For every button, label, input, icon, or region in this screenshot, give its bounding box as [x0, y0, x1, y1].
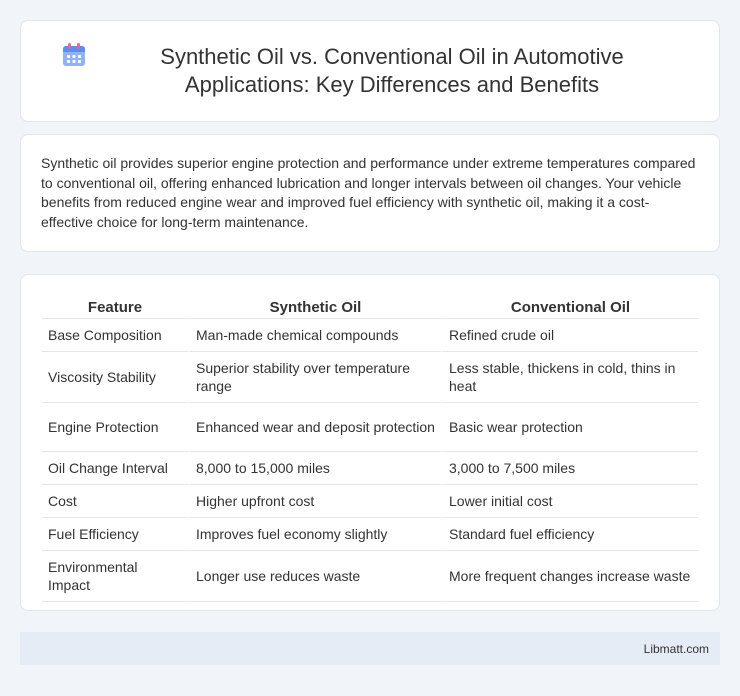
page-title: Synthetic Oil vs. Conventional Oil in Au…	[160, 44, 624, 97]
table-row: Cost Higher upfront cost Lower initial c…	[42, 485, 698, 518]
synthetic-cell: Man-made chemical compounds	[188, 319, 441, 352]
comparison-table: Feature Synthetic Oil Conventional Oil B…	[42, 295, 698, 602]
synthetic-cell: Improves fuel economy slightly	[188, 518, 441, 551]
intro-text: Synthetic oil provides superior engine p…	[41, 155, 696, 230]
feature-cell: Oil Change Interval	[42, 452, 188, 485]
table-row: Oil Change Interval 8,000 to 15,000 mile…	[42, 452, 698, 485]
table-row: Viscosity Stability Superior stability o…	[42, 352, 698, 403]
synthetic-cell: Higher upfront cost	[188, 485, 441, 518]
intro-card: Synthetic oil provides superior engine p…	[20, 134, 720, 252]
synthetic-cell: Longer use reduces waste	[188, 551, 441, 602]
conventional-cell: Less stable, thickens in cold, thins in …	[441, 352, 698, 403]
table-row: Engine Protection Enhanced wear and depo…	[42, 403, 698, 452]
title-card: Synthetic Oil vs. Conventional Oil in Au…	[20, 20, 720, 122]
conventional-cell: 3,000 to 7,500 miles	[441, 452, 698, 485]
table-row: Fuel Efficiency Improves fuel economy sl…	[42, 518, 698, 551]
column-header-synthetic: Synthetic Oil	[188, 295, 441, 319]
feature-cell: Engine Protection	[42, 403, 188, 452]
conventional-cell: More frequent changes increase waste	[441, 551, 698, 602]
feature-cell: Cost	[42, 485, 188, 518]
table-row: Base Composition Man-made chemical compo…	[42, 319, 698, 352]
feature-cell: Base Composition	[42, 319, 188, 352]
feature-cell: Fuel Efficiency	[42, 518, 188, 551]
footer: Libmatt.com	[20, 632, 720, 665]
calendar-icon	[63, 43, 85, 66]
conventional-cell: Standard fuel efficiency	[441, 518, 698, 551]
comparison-card: Feature Synthetic Oil Conventional Oil B…	[20, 274, 720, 611]
synthetic-cell: Superior stability over temperature rang…	[188, 352, 441, 403]
table-header-row: Feature Synthetic Oil Conventional Oil	[42, 295, 698, 319]
column-header-feature: Feature	[42, 295, 188, 319]
feature-cell: Viscosity Stability	[42, 352, 188, 403]
column-header-conventional: Conventional Oil	[441, 295, 698, 319]
conventional-cell: Lower initial cost	[441, 485, 698, 518]
footer-site-link[interactable]: Libmatt.com	[644, 642, 709, 656]
synthetic-cell: Enhanced wear and deposit protection	[188, 403, 441, 452]
table-row: Environmental Impact Longer use reduces …	[42, 551, 698, 602]
feature-cell: Environmental Impact	[42, 551, 188, 602]
title-wrap: Synthetic Oil vs. Conventional Oil in Au…	[21, 21, 719, 121]
synthetic-cell: 8,000 to 15,000 miles	[188, 452, 441, 485]
conventional-cell: Refined crude oil	[441, 319, 698, 352]
conventional-cell: Basic wear protection	[441, 403, 698, 452]
